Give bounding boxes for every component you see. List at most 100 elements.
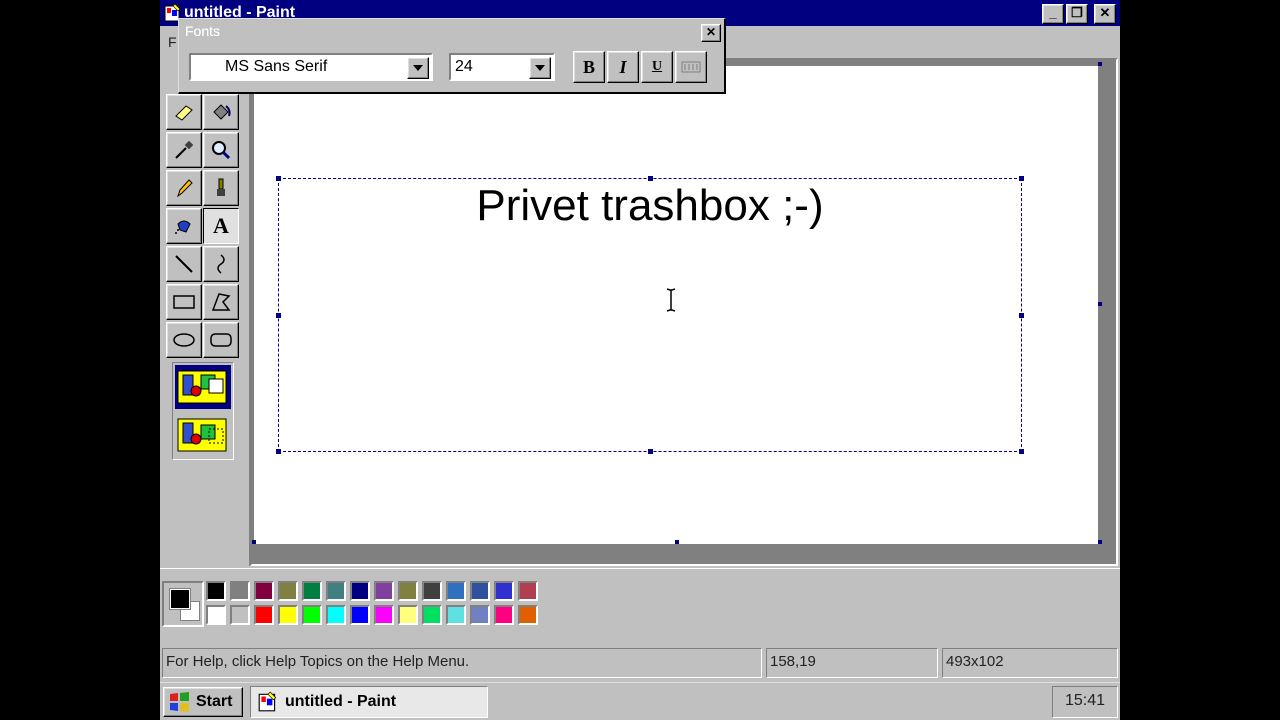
polygon-tool[interactable] [203, 284, 239, 320]
brush-tool[interactable] [203, 170, 239, 206]
color-swatch[interactable] [254, 581, 274, 601]
color-swatch[interactable] [518, 581, 538, 601]
canvas-resize-handle[interactable] [252, 540, 256, 544]
font-size-dropdown-button[interactable] [529, 57, 551, 79]
color-swatch[interactable] [398, 605, 418, 625]
system-tray: 15:41 [1052, 686, 1118, 718]
minimize-icon: _ [1049, 5, 1057, 20]
canvas-scroll-area: Privet trashbox ;-) [250, 58, 1118, 566]
color-swatch[interactable] [470, 581, 490, 601]
color-swatch[interactable] [422, 581, 442, 601]
italic-icon: I [619, 56, 627, 77]
italic-button[interactable]: I [607, 51, 639, 83]
text-box[interactable]: Privet trashbox ;-) [276, 176, 1024, 454]
font-size-value: 24 [455, 58, 473, 75]
canvas-resize-handle[interactable] [1098, 302, 1102, 306]
fill-tool[interactable] [203, 94, 239, 130]
canvas-resize-handle[interactable] [675, 540, 679, 544]
color-swatch[interactable] [206, 581, 226, 601]
line-icon [175, 255, 193, 273]
color-swatch[interactable] [350, 605, 370, 625]
taskbar-paint-button[interactable]: untitled - Paint [250, 686, 488, 718]
color-picker-tool[interactable] [166, 132, 202, 168]
canvas-text[interactable]: Privet trashbox ;-) [279, 181, 1021, 231]
drawing-canvas[interactable]: Privet trashbox ;-) [254, 66, 1098, 544]
color-swatch[interactable] [494, 605, 514, 625]
color-swatch[interactable] [254, 605, 274, 625]
color-swatch[interactable] [446, 605, 466, 625]
pencil-icon [177, 179, 193, 198]
vertical-text-icon [681, 61, 701, 73]
curve-tool[interactable] [203, 246, 239, 282]
resize-handle[interactable] [648, 449, 653, 454]
vertical-text-button[interactable] [675, 51, 707, 83]
color-swatch[interactable] [446, 581, 466, 601]
line-tool[interactable] [166, 246, 202, 282]
eraser-tool[interactable] [166, 94, 202, 130]
color-swatch[interactable] [206, 605, 226, 625]
close-icon: ✕ [705, 25, 717, 39]
clock[interactable]: 15:41 [1065, 692, 1105, 709]
transparent-background-option[interactable] [175, 413, 231, 457]
color-swatch[interactable] [230, 605, 250, 625]
underline-icon: U [651, 59, 663, 74]
pencil-tool[interactable] [166, 170, 202, 206]
windows-logo-icon [170, 692, 189, 712]
status-help-text: For Help, click Help Topics on the Help … [162, 648, 762, 678]
taskbar: Start untitled - Paint 15:41 [160, 682, 1120, 720]
canvas-resize-handle[interactable] [1098, 62, 1102, 66]
rectangle-tool[interactable] [166, 284, 202, 320]
resize-handle[interactable] [1019, 449, 1024, 454]
start-button[interactable]: Start [163, 687, 243, 717]
resize-handle[interactable] [648, 176, 653, 181]
resize-handle[interactable] [1019, 313, 1024, 318]
underline-button[interactable]: U [641, 51, 673, 83]
start-label: Start [196, 693, 233, 710]
color-swatch[interactable] [302, 581, 322, 601]
chevron-down-icon [413, 65, 423, 71]
color-swatch[interactable] [326, 605, 346, 625]
color-swatch[interactable] [278, 605, 298, 625]
resize-handle[interactable] [276, 449, 281, 454]
close-button[interactable]: ✕ [1094, 4, 1116, 24]
ellipse-tool[interactable] [166, 322, 202, 358]
magnifier-icon [212, 141, 231, 160]
color-swatch[interactable] [278, 581, 298, 601]
ibeam-cursor-icon [666, 288, 676, 312]
minimize-button[interactable]: _ [1042, 4, 1064, 24]
paint-window: untitled - Paint _ ❐ ✕ F A Privet trashb… [160, 0, 1120, 682]
color-swatch[interactable] [302, 605, 322, 625]
magnifier-tool[interactable] [203, 132, 239, 168]
airbrush-tool[interactable] [166, 208, 202, 244]
opaque-background-option[interactable] [175, 365, 231, 409]
color-swatch[interactable] [494, 581, 514, 601]
resize-handle[interactable] [276, 176, 281, 181]
font-name-dropdown-button[interactable] [407, 57, 429, 79]
canvas-resize-handle[interactable] [1098, 540, 1102, 544]
fonts-toolbar: Fonts ✕ MS Sans Serif 24 B I U [178, 18, 726, 94]
color-swatch[interactable] [326, 581, 346, 601]
color-swatch[interactable] [374, 581, 394, 601]
resize-handle[interactable] [276, 313, 281, 318]
color-swatch[interactable] [422, 605, 442, 625]
rounded-rectangle-tool[interactable] [203, 322, 239, 358]
color-swatch[interactable] [230, 581, 250, 601]
color-swatch[interactable] [350, 581, 370, 601]
color-swatch[interactable] [470, 605, 490, 625]
eraser-icon [175, 105, 193, 121]
rounded-rectangle-icon [210, 333, 232, 347]
fonts-toolbar-title-bar[interactable]: Fonts ✕ [181, 21, 723, 43]
menu-file[interactable]: F [168, 34, 177, 50]
color-swatch[interactable] [518, 605, 538, 625]
font-size-dropdown[interactable]: 24 [449, 53, 555, 81]
color-swatch[interactable] [374, 605, 394, 625]
tool-options [172, 362, 234, 460]
color-swatch[interactable] [398, 581, 418, 601]
maximize-button[interactable]: ❐ [1066, 4, 1088, 24]
bold-button[interactable]: B [573, 51, 605, 83]
fonts-close-button[interactable]: ✕ [701, 24, 721, 42]
text-tool[interactable]: A [203, 208, 239, 244]
resize-handle[interactable] [1019, 176, 1024, 181]
font-name-dropdown[interactable]: MS Sans Serif [189, 53, 433, 81]
status-coordinates: 158,19 [766, 648, 938, 678]
